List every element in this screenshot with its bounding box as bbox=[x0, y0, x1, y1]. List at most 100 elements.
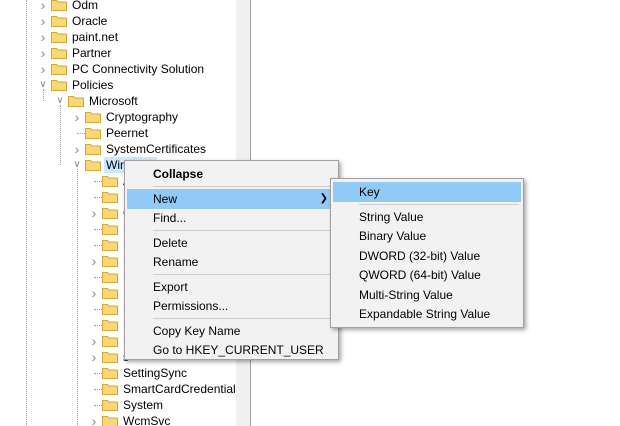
chevron-down-icon[interactable]: ∨ bbox=[72, 157, 82, 173]
chevron-right-icon[interactable]: › bbox=[38, 45, 48, 61]
folder-icon bbox=[102, 223, 118, 235]
tree-item[interactable]: › Partner bbox=[0, 45, 236, 61]
chevron-right-icon[interactable]: › bbox=[89, 413, 99, 426]
menu-item-multi-string-value[interactable]: Multi-String Value bbox=[333, 285, 521, 305]
menu-item-copy-key-name[interactable]: Copy Key Name bbox=[127, 321, 336, 341]
menu-item-permissions[interactable]: Permissions... bbox=[127, 296, 336, 316]
new-submenu: Key String Value Binary Value DWORD (32-bit… bbox=[330, 178, 524, 328]
chevron-right-icon[interactable]: › bbox=[89, 333, 99, 349]
folder-icon bbox=[85, 159, 101, 171]
menu-item-dword-32-bit-value[interactable]: DWORD (32-bit) Value bbox=[333, 246, 521, 266]
folder-icon bbox=[102, 175, 118, 187]
folder-icon bbox=[51, 0, 67, 11]
folder-icon bbox=[102, 399, 118, 411]
folder-icon bbox=[85, 143, 101, 155]
tree-item-label: Partner bbox=[72, 46, 112, 60]
tree-item[interactable]: › Odm bbox=[0, 0, 236, 13]
tree-item-label: PC Connectivity Solution bbox=[72, 62, 205, 76]
chevron-right-icon[interactable]: › bbox=[89, 205, 99, 221]
folder-icon bbox=[85, 127, 101, 139]
chevron-down-icon[interactable]: ∨ bbox=[55, 93, 65, 109]
menu-item-binary-value[interactable]: Binary Value bbox=[333, 226, 521, 246]
chevron-right-icon[interactable]: › bbox=[89, 349, 99, 365]
menu-item-collapse[interactable]: Collapse bbox=[127, 164, 336, 184]
menu-item-key[interactable]: Key bbox=[333, 182, 521, 202]
menu-item-label: DWORD (32-bit) Value bbox=[359, 248, 481, 263]
folder-icon bbox=[102, 303, 118, 315]
folder-icon bbox=[102, 383, 118, 395]
menu-item-qword-64-bit-value[interactable]: QWORD (64-bit) Value bbox=[333, 265, 521, 285]
tree-item[interactable]: › WcmSvc bbox=[0, 413, 236, 426]
chevron-right-icon[interactable]: › bbox=[89, 253, 99, 269]
menu-item-find[interactable]: Find... bbox=[127, 208, 336, 228]
chevron-right-icon[interactable]: › bbox=[89, 285, 99, 301]
menu-item-expandable-string-value[interactable]: Expandable String Value bbox=[333, 304, 521, 324]
tree-item[interactable]: ∨ Microsoft bbox=[0, 93, 236, 109]
folder-icon bbox=[102, 319, 118, 331]
tree-item[interactable]: System bbox=[0, 397, 236, 413]
menu-item-label: Collapse bbox=[153, 167, 204, 181]
tree-item[interactable]: SettingSync bbox=[0, 365, 236, 381]
menu-item-label: Multi-String Value bbox=[359, 287, 453, 302]
tree-item-label: System bbox=[123, 398, 164, 412]
folder-icon bbox=[68, 95, 84, 107]
tree-item-label: Microsoft bbox=[89, 94, 138, 108]
menu-item-delete[interactable]: Delete bbox=[127, 233, 336, 253]
chevron-right-icon[interactable]: › bbox=[38, 29, 48, 45]
folder-icon bbox=[102, 239, 118, 251]
menu-separator bbox=[153, 185, 334, 187]
tree-item-label: Odm bbox=[72, 0, 99, 12]
folder-icon bbox=[102, 271, 118, 283]
chevron-right-icon[interactable]: › bbox=[72, 109, 82, 125]
menu-item-label: Binary Value bbox=[359, 229, 427, 243]
menu-item-label: Copy Key Name bbox=[153, 323, 241, 338]
folder-icon bbox=[51, 47, 67, 59]
menu-item-label: String Value bbox=[359, 209, 424, 224]
chevron-right-icon[interactable]: › bbox=[72, 141, 82, 157]
tree-item-label: Cryptography bbox=[106, 110, 179, 124]
folder-icon bbox=[51, 63, 67, 75]
tree-item[interactable]: › PC Connectivity Solution bbox=[0, 61, 236, 77]
menu-item-label: Key bbox=[359, 185, 380, 199]
tree-item[interactable]: › SystemCertificates bbox=[0, 141, 236, 157]
folder-icon bbox=[102, 335, 118, 347]
tree-item-label: Policies bbox=[72, 78, 114, 92]
menu-separator bbox=[359, 203, 519, 205]
tree-item[interactable]: SmartCardCredentialProv bbox=[0, 381, 236, 397]
folder-icon bbox=[85, 111, 101, 123]
menu-item-label: Find... bbox=[153, 211, 187, 225]
submenu-arrow-icon: ❯ bbox=[319, 192, 328, 204]
tree-item-label: SmartCardCredentialProv bbox=[123, 382, 236, 396]
menu-item-export[interactable]: Export bbox=[127, 277, 336, 297]
tree-item[interactable]: › Oracle bbox=[0, 13, 236, 29]
tree-item-label: Oracle bbox=[72, 14, 108, 28]
chevron-down-icon[interactable]: ∨ bbox=[38, 77, 48, 93]
folder-icon bbox=[51, 79, 67, 91]
tree-item-label: SettingSync bbox=[123, 366, 188, 380]
folder-icon bbox=[102, 191, 118, 203]
tree-item[interactable]: › Cryptography bbox=[0, 109, 236, 125]
menu-item-label: Export bbox=[153, 279, 188, 294]
tree-item[interactable]: ∨ Policies bbox=[0, 77, 236, 93]
chevron-right-icon[interactable]: › bbox=[38, 13, 48, 29]
folder-icon bbox=[51, 15, 67, 27]
tree-item-label: Peernet bbox=[106, 126, 149, 140]
menu-item-label: Go to HKEY_CURRENT_USER bbox=[153, 343, 324, 357]
menu-item-label: QWORD (64-bit) Value bbox=[359, 268, 481, 282]
folder-icon bbox=[102, 287, 118, 299]
chevron-right-icon[interactable]: › bbox=[38, 0, 48, 13]
chevron-right-icon[interactable]: › bbox=[38, 61, 48, 77]
menu-item-label: Rename bbox=[153, 255, 199, 269]
folder-icon bbox=[102, 207, 118, 219]
folder-icon bbox=[51, 31, 67, 43]
menu-separator bbox=[153, 229, 334, 231]
menu-item-label: Delete bbox=[153, 235, 188, 250]
tree-item[interactable]: › paint.net bbox=[0, 29, 236, 45]
folder-icon bbox=[102, 351, 118, 363]
menu-item-rename[interactable]: Rename bbox=[127, 252, 336, 272]
menu-item-string-value[interactable]: String Value bbox=[333, 207, 521, 227]
menu-item-new[interactable]: New ❯ bbox=[127, 188, 336, 209]
menu-item-label: Expandable String Value bbox=[359, 307, 491, 321]
tree-item[interactable]: Peernet bbox=[0, 125, 236, 141]
menu-item-go-to-hkey-current-user[interactable]: Go to HKEY_CURRENT_USER bbox=[127, 340, 336, 360]
